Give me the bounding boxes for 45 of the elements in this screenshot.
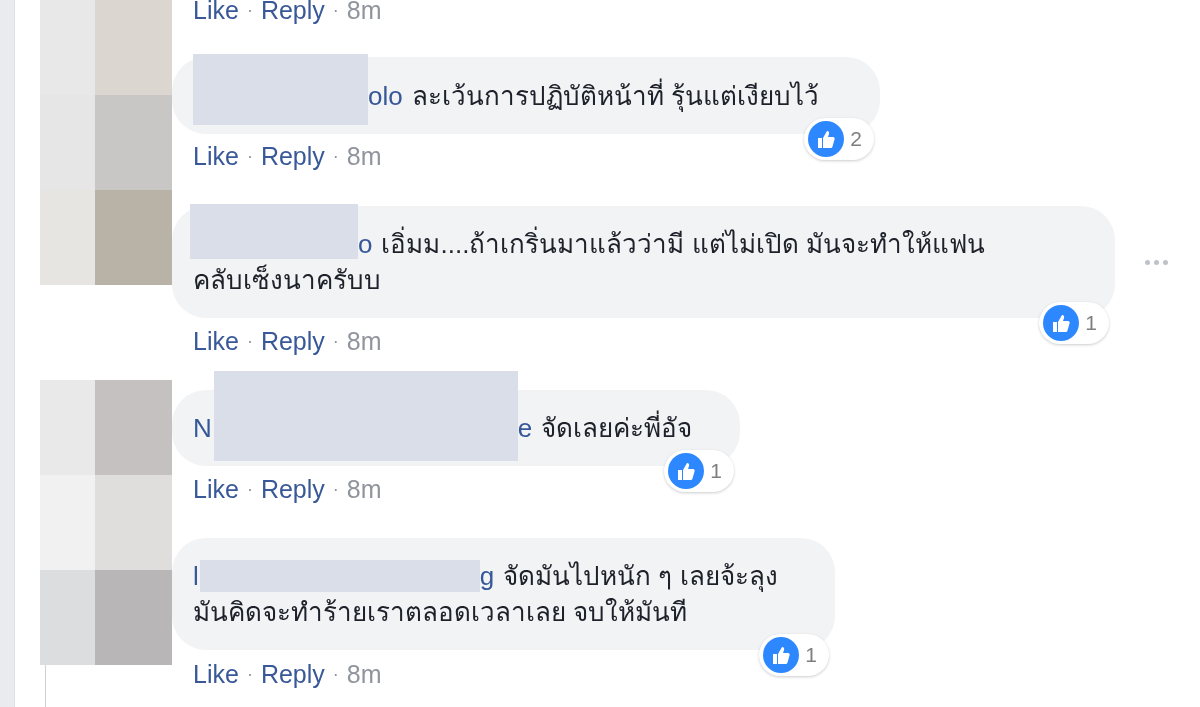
commenter-name[interactable]: olo <box>368 77 403 114</box>
separator: · <box>245 478 254 501</box>
separator: · <box>245 0 254 22</box>
comment-text: จัดมันไปหนัก ๆ เลยจ้ะลุง <box>503 560 778 594</box>
like-link[interactable]: Like <box>193 138 239 174</box>
comment-text: เอิ่มม....ถ้าเกริ่นมาแล้วว่ามี แต่ไม่เปิด มันจะทำให้แฟน <box>381 226 985 262</box>
comment-text: คลับเซ็งนาครับบ <box>193 263 381 297</box>
timestamp: 8m <box>346 659 382 690</box>
thumbs-up-icon <box>808 121 845 157</box>
timestamp: 8m <box>346 0 382 26</box>
separator: · <box>331 145 340 168</box>
separator: · <box>245 663 254 686</box>
separator: · <box>331 330 340 353</box>
reply-link[interactable]: Reply <box>260 656 325 692</box>
separator: · <box>331 663 340 686</box>
reaction-badge[interactable]: 1 <box>759 634 829 676</box>
reaction-badge[interactable]: 1 <box>1039 302 1109 344</box>
reaction-badge[interactable]: 1 <box>664 450 734 492</box>
reply-link[interactable]: Reply <box>260 138 325 174</box>
separator: · <box>331 478 340 501</box>
thumbs-up-icon <box>668 453 705 489</box>
commenter-name[interactable]: N <box>193 410 212 446</box>
thumbs-up-icon <box>763 637 800 673</box>
comment-text: ละเว้นการปฏิบัติหน้าที่ รุ้นแต่เงียบไว้ <box>411 77 819 114</box>
reaction-badge[interactable]: 2 <box>804 118 874 160</box>
commenter-name[interactable]: e <box>517 410 533 446</box>
timestamp: 8m <box>346 474 382 505</box>
thumbs-up-icon <box>1043 305 1080 341</box>
timestamp: 8m <box>346 141 382 172</box>
separator: · <box>245 330 254 353</box>
comment-text: จัดเลยค่ะพี่อัจ <box>541 410 693 446</box>
like-link[interactable]: Like <box>193 471 239 507</box>
like-link[interactable]: Like <box>193 0 239 28</box>
reply-link[interactable]: Reply <box>260 0 325 28</box>
separator: · <box>245 145 254 168</box>
commenter-name[interactable]: l <box>193 558 199 594</box>
commenter-name[interactable]: g <box>479 558 495 594</box>
commenter-name[interactable]: o <box>358 226 373 262</box>
reply-link[interactable]: Reply <box>260 471 325 507</box>
like-link[interactable]: Like <box>193 323 239 359</box>
reply-link[interactable]: Reply <box>260 323 325 359</box>
comment-text: มันคิดจะทำร้ายเราตลอดเวลาเลย จบให้มันที <box>193 596 688 629</box>
separator: · <box>331 0 340 22</box>
timestamp: 8m <box>346 326 382 357</box>
like-link[interactable]: Like <box>193 656 239 692</box>
